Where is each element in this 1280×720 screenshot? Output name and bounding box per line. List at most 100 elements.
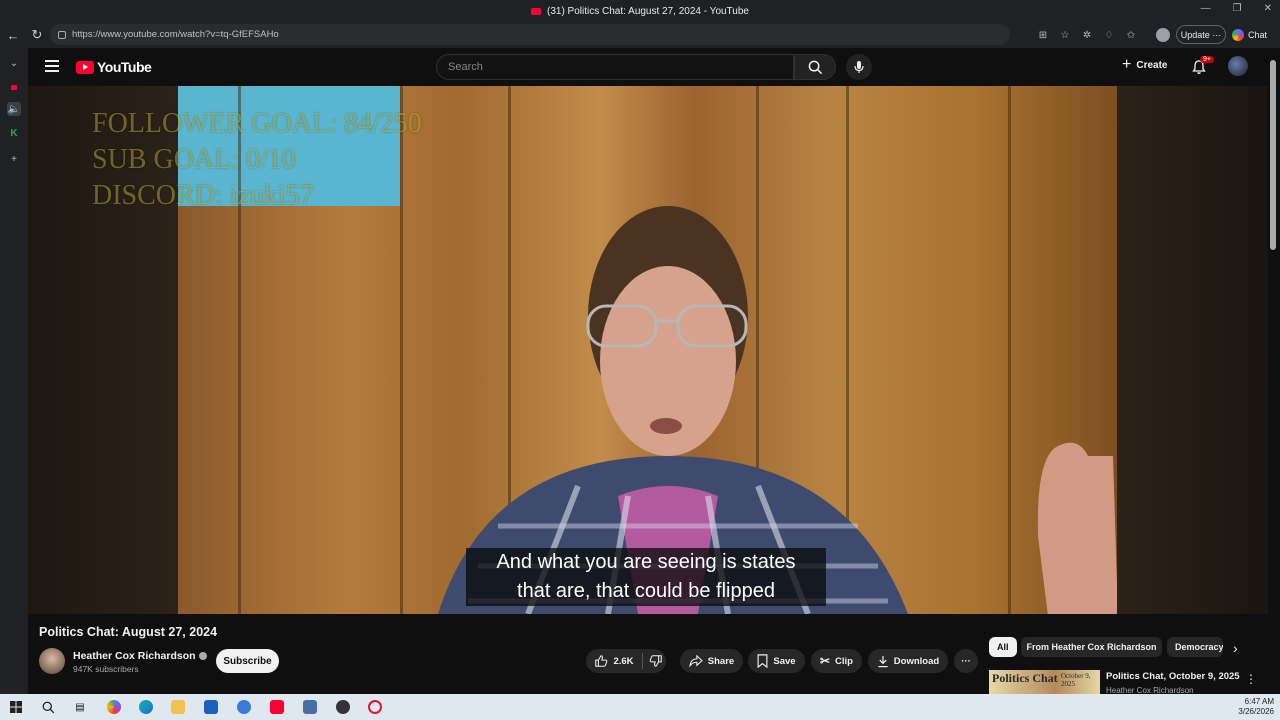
- reload-icon[interactable]: ↻: [26, 24, 48, 46]
- chip-democracy[interactable]: Democracy: [1167, 637, 1223, 657]
- microphone-icon: [854, 61, 864, 73]
- thumbnail-date-text: October 9, 2025: [1061, 672, 1091, 688]
- door-panel-line: [1008, 86, 1011, 614]
- thumbs-up-icon: [595, 655, 608, 667]
- more-actions-button[interactable]: ···: [954, 649, 978, 673]
- mail-taskbar-icon[interactable]: [237, 700, 251, 714]
- follower-goal-text: FOLLOWER GOAL: 84/250: [92, 108, 422, 139]
- youtube-favicon-icon: [531, 7, 541, 15]
- subscribe-button[interactable]: Subscribe: [216, 649, 279, 673]
- download-button[interactable]: Download: [868, 649, 948, 673]
- clock-date: 3/26/2026: [1238, 707, 1274, 716]
- notification-badge: 9+: [1200, 56, 1214, 63]
- copilot-icon[interactable]: ♢: [1102, 28, 1116, 42]
- video-caption: And what you are seeing is states that a…: [466, 548, 826, 606]
- window-controls: — ❐ ✕: [1201, 3, 1272, 14]
- tab-title: (31) Politics Chat: August 27, 2024 - Yo…: [547, 5, 749, 17]
- thumbnail-title-text: Politics Chat: [992, 671, 1058, 685]
- search-button[interactable]: [794, 54, 836, 80]
- video-title: Politics Chat: August 27, 2024: [39, 625, 218, 639]
- apps-icon[interactable]: ⊞: [1036, 28, 1050, 42]
- windows-start-icon[interactable]: [9, 700, 23, 714]
- video-right-margin: [1117, 86, 1268, 614]
- clip-label: Clip: [835, 655, 853, 667]
- windows-taskbar: [0, 694, 1280, 720]
- favorites-icon[interactable]: ✩: [1124, 28, 1138, 42]
- clock-time: 6:47 AM: [1244, 697, 1274, 706]
- youtube-header: YouTube Search + Create 9+: [28, 48, 1268, 86]
- search-input[interactable]: Search: [436, 54, 794, 80]
- new-tab-plus-icon[interactable]: +: [7, 152, 21, 166]
- browser-titlebar: (31) Politics Chat: August 27, 2024 - Yo…: [0, 0, 1280, 22]
- youtube-tab-icon[interactable]: [7, 80, 21, 94]
- like-count: 2.6K: [613, 655, 634, 667]
- save-button[interactable]: Save: [748, 649, 805, 673]
- scissors-icon: ✂: [819, 654, 831, 668]
- channel-name-text: Heather Cox Richardson: [73, 650, 196, 662]
- youtube-logo[interactable]: YouTube: [76, 59, 152, 75]
- close-icon[interactable]: ✕: [1264, 3, 1272, 14]
- save-label: Save: [773, 655, 796, 667]
- task-view-icon[interactable]: ▤: [73, 700, 87, 714]
- channel-name[interactable]: Heather Cox Richardson: [73, 650, 207, 662]
- speaker-tab-icon[interactable]: 🔈: [7, 102, 21, 116]
- browser-vertical-sidebar: ⌄ 🔈 K +: [0, 48, 28, 694]
- minimize-icon[interactable]: —: [1201, 3, 1211, 14]
- chat-button[interactable]: Chat: [1232, 25, 1267, 44]
- scrollbar-thumb[interactable]: [1270, 60, 1276, 250]
- browser-profile-avatar[interactable]: [1156, 28, 1170, 42]
- share-icon: [689, 655, 703, 667]
- youtube-play-icon: [76, 60, 94, 74]
- update-button[interactable]: Update ···: [1176, 25, 1226, 44]
- share-button[interactable]: Share: [680, 649, 743, 673]
- more-horizontal-icon: ···: [961, 655, 971, 667]
- search-placeholder: Search: [448, 61, 483, 73]
- site-info-icon[interactable]: [58, 30, 66, 39]
- update-label: Update: [1180, 29, 1210, 40]
- user-avatar[interactable]: [1228, 56, 1248, 76]
- discord-text: DISCORD: izuki57: [92, 180, 314, 211]
- back-icon[interactable]: ←: [2, 24, 24, 46]
- menu-icon[interactable]: [45, 60, 59, 72]
- file-explorer-icon[interactable]: [171, 700, 185, 714]
- store-taskbar-icon[interactable]: [204, 700, 218, 714]
- chip-all[interactable]: All: [989, 637, 1017, 657]
- chevron-right-icon[interactable]: ›: [1233, 640, 1238, 656]
- bookmark-icon: [757, 654, 768, 668]
- k-tab-icon[interactable]: K: [7, 126, 21, 140]
- recommended-video-title[interactable]: Politics Chat, October 9, 2025: [1106, 671, 1240, 682]
- copilot-logo-icon: [1232, 28, 1244, 41]
- channel-avatar[interactable]: [39, 648, 65, 674]
- chevron-down-icon[interactable]: ⌄: [7, 56, 21, 70]
- download-label: Download: [893, 655, 940, 667]
- dislike-button[interactable]: [643, 649, 669, 673]
- youtube-taskbar-icon[interactable]: [270, 700, 284, 714]
- favorite-star-icon[interactable]: ☆: [1058, 28, 1072, 42]
- like-button[interactable]: 2.6K: [586, 649, 642, 673]
- plus-icon: +: [1122, 56, 1132, 73]
- system-clock[interactable]: 6:47 AM 3/26/2026: [1236, 697, 1274, 717]
- opera-taskbar-icon[interactable]: [368, 700, 382, 714]
- download-icon: [878, 655, 888, 667]
- caption-line: that are, that could be flipped: [517, 580, 775, 602]
- obs-taskbar-icon[interactable]: [336, 700, 350, 714]
- clip-button[interactable]: ✂ Clip: [811, 649, 862, 673]
- sub-goal-text: SUB GOAL: 0/10: [92, 144, 296, 175]
- copilot-taskbar-icon[interactable]: [107, 700, 121, 714]
- chip-from-channel[interactable]: From Heather Cox Richardson: [1021, 637, 1162, 657]
- voice-search-button[interactable]: [846, 54, 872, 80]
- more-vertical-icon[interactable]: ⋮: [1245, 672, 1257, 686]
- create-button[interactable]: + Create: [1122, 56, 1167, 73]
- thumbs-down-icon: [649, 655, 662, 667]
- edge-taskbar-icon[interactable]: [139, 700, 153, 714]
- share-label: Share: [707, 655, 735, 667]
- raised-hand: [1037, 442, 1117, 614]
- restore-icon[interactable]: ❐: [1233, 3, 1242, 14]
- recommended-video-thumbnail[interactable]: Politics Chat October 9, 2025: [989, 670, 1100, 694]
- extensions-icon[interactable]: ✲: [1080, 28, 1094, 42]
- app-taskbar-icon[interactable]: [303, 700, 317, 714]
- youtube-wordmark: YouTube: [97, 59, 152, 75]
- caption-line: And what you are seeing is states: [496, 551, 796, 573]
- url-field[interactable]: https://www.youtube.com/watch?v=tq-GfEFS…: [50, 24, 1010, 45]
- taskbar-search-icon[interactable]: [41, 700, 55, 714]
